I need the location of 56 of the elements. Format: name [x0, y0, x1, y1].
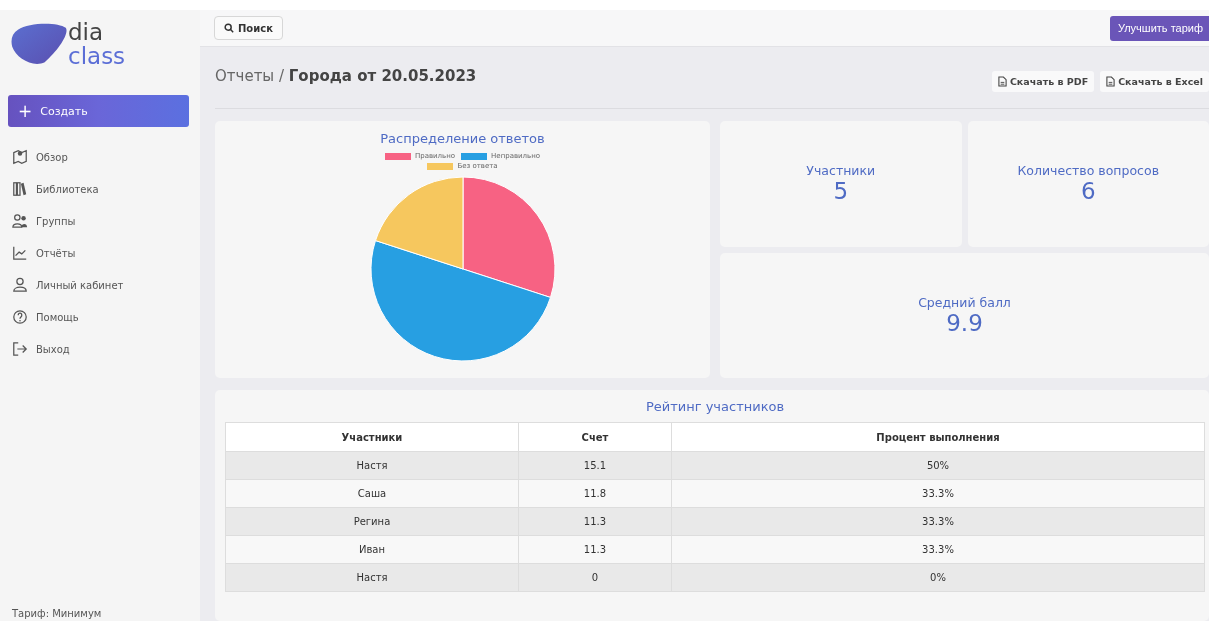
plan-label: Тариф: Минимум [11, 608, 103, 621]
legend-swatch [461, 152, 488, 160]
table-cell: 33.3% [671, 507, 1205, 536]
table-cell: Настя [225, 451, 519, 480]
search-button[interactable]: Поиск [214, 16, 283, 40]
table-cell: 50% [671, 451, 1205, 480]
logout-icon [12, 341, 28, 357]
logo-text: dia [68, 20, 105, 44]
stat-label: Средний балл [918, 294, 1011, 310]
table-cell: 0% [671, 563, 1205, 592]
logo-blob-icon [10, 22, 68, 66]
map-icon [12, 149, 28, 165]
download-button[interactable]: Скачать в Excel [1100, 71, 1209, 92]
nav-item[interactable]: Группы [8, 205, 200, 237]
table-cell: 0 [518, 563, 672, 592]
nav-item[interactable]: Выход [8, 333, 200, 365]
column-header: Процент выполнения [671, 422, 1205, 452]
line-chart-icon [12, 245, 28, 261]
table-cell: 15.1 [518, 451, 672, 480]
stat-value: 9.9 [946, 309, 983, 336]
table-cell: 33.3% [671, 535, 1205, 564]
stat-label: Количество вопросов [1017, 163, 1159, 179]
table-cell: 11.3 [518, 507, 672, 536]
upgrade-button[interactable]: Улучшить тариф [1109, 15, 1209, 41]
nav-item[interactable]: Отчёты [8, 237, 200, 269]
legend-swatch [427, 162, 454, 170]
legend-swatch [384, 152, 411, 160]
logo-text: class [68, 44, 126, 68]
books-icon [12, 181, 28, 197]
stat-value: 6 [1080, 178, 1096, 205]
search-icon [224, 23, 234, 33]
table-cell: 33.3% [671, 479, 1205, 508]
document-icon [997, 76, 1007, 87]
nav-item[interactable]: Личный кабинет [8, 269, 200, 301]
table-cell: 11.3 [518, 535, 672, 564]
chart-title: Распределение ответов [380, 131, 545, 146]
table-cell: Саша [225, 479, 519, 508]
nav-item[interactable]: Обзор [8, 141, 200, 173]
help-icon [12, 309, 28, 325]
page-title: Отчеты / Города от 20.05.2023 [215, 67, 477, 85]
stat-label: Участники [806, 163, 876, 179]
table-cell: Настя [225, 563, 519, 592]
download-button[interactable]: Скачать в PDF [991, 71, 1095, 92]
column-header: Счет [518, 422, 672, 452]
person-icon [12, 277, 28, 293]
column-header: Участники [225, 422, 519, 452]
stat-value: 5 [833, 178, 849, 205]
nav-item[interactable]: Помощь [8, 301, 200, 333]
document-icon [1106, 76, 1116, 87]
table-cell: Иван [225, 535, 519, 564]
table-title: Рейтинг участников [645, 399, 785, 414]
table-cell: Регина [225, 507, 519, 536]
table-cell: 11.8 [518, 479, 672, 508]
create-button[interactable]: + Создать [8, 95, 189, 127]
people-icon [12, 213, 28, 229]
nav-item[interactable]: Библиотека [8, 173, 200, 205]
